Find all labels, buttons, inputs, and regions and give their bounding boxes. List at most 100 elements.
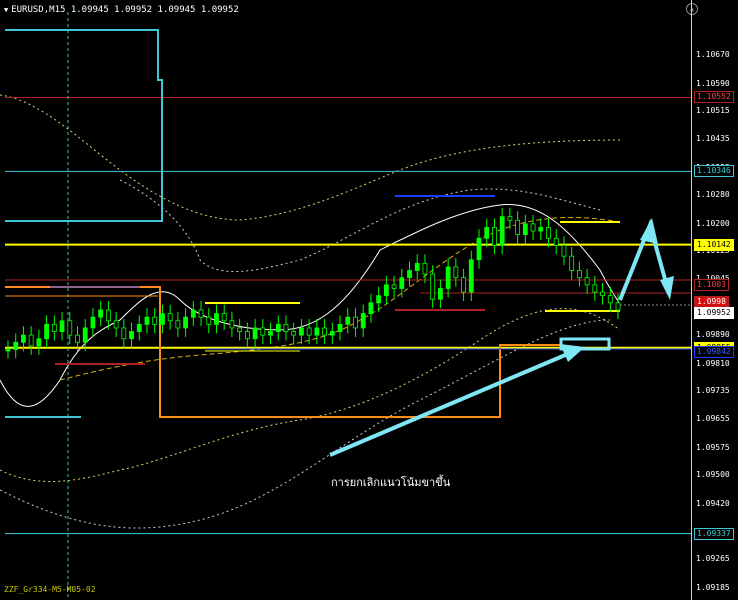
candle-body xyxy=(299,327,304,336)
dropdown-triangle-icon[interactable]: ▼ xyxy=(4,6,8,14)
candle-body xyxy=(322,327,327,336)
candle-body xyxy=(306,327,312,336)
candle-body xyxy=(561,244,567,257)
candle-body xyxy=(82,327,88,343)
candle-body xyxy=(105,309,111,322)
candle-body xyxy=(275,323,281,332)
candle-body xyxy=(36,338,42,347)
y-tick-label: 1.09500 xyxy=(696,470,730,480)
candle-body xyxy=(183,316,188,329)
candle-body xyxy=(206,316,212,325)
price-tag: 1.09337 xyxy=(694,527,734,540)
candle-body xyxy=(75,334,80,343)
candle-body xyxy=(252,327,258,340)
candle-body xyxy=(237,327,243,332)
candle-body xyxy=(476,237,482,261)
candle-body xyxy=(492,227,497,246)
candle-body xyxy=(268,331,273,336)
candle-body xyxy=(67,320,73,336)
annotation-arrow xyxy=(329,351,571,457)
forecast-arrow-head-up xyxy=(640,218,658,244)
candle-body xyxy=(98,309,104,318)
candle-body xyxy=(260,327,266,336)
candle-body xyxy=(453,266,459,279)
y-tick-label: 1.09265 xyxy=(696,554,730,564)
candle-body xyxy=(383,284,389,297)
candle-body xyxy=(167,313,173,322)
candle-body xyxy=(353,316,358,329)
price-tag: 1.09952 xyxy=(694,306,734,319)
candle-body xyxy=(468,259,474,293)
cyan-step-line xyxy=(5,29,163,222)
candle-body xyxy=(144,316,150,325)
candle-body xyxy=(221,313,227,322)
chart-window[interactable]: ▼ EURUSD,M15 1.09945 1.09952 1.09945 1.09… xyxy=(0,0,738,600)
y-tick-label: 1.09655 xyxy=(696,414,730,424)
y-tick-label: 1.09420 xyxy=(696,498,730,508)
candle-body xyxy=(368,302,374,314)
candle-body xyxy=(13,341,19,350)
y-tick-label: 1.10590 xyxy=(696,78,730,88)
candle-body xyxy=(214,313,219,325)
candle-body xyxy=(499,216,505,246)
candle-body xyxy=(391,284,397,289)
candle-body xyxy=(376,295,382,304)
candle-body xyxy=(175,320,181,329)
candle-body xyxy=(198,309,204,318)
candle-body xyxy=(430,273,436,300)
candle-body xyxy=(28,334,34,347)
candle-body xyxy=(546,227,551,239)
candle-body xyxy=(515,219,521,236)
candle-body xyxy=(461,277,466,293)
candle-body xyxy=(522,223,528,236)
candle-body xyxy=(592,284,598,293)
price-chart[interactable] xyxy=(0,0,738,600)
candle-body xyxy=(553,237,559,246)
y-tick-label: 1.10435 xyxy=(696,134,730,144)
chart-annotation-text: การยกเลิกแนวโน้มขาขึ้น xyxy=(331,476,451,489)
candle-body xyxy=(244,331,250,340)
upper-band-dashed xyxy=(0,94,621,221)
candle-body xyxy=(229,320,235,329)
candle-body xyxy=(136,323,142,332)
candlestick-series xyxy=(5,207,621,359)
candle-body xyxy=(438,288,443,300)
y-tick-label: 1.09185 xyxy=(696,583,730,593)
y-tick-label: 1.09810 xyxy=(696,358,730,368)
outer-lower-band xyxy=(0,319,611,529)
y-tick-label: 1.09735 xyxy=(696,385,730,395)
symbol-info: EURUSD,M15 1.09945 1.09952 1.09945 1.099… xyxy=(11,5,239,15)
candle-body xyxy=(399,277,405,289)
price-tag: 1.10552 xyxy=(694,91,734,104)
y-tick-label: 1.10670 xyxy=(696,50,730,60)
candle-body xyxy=(607,295,613,304)
price-tag: 1.10142 xyxy=(694,238,734,251)
candle-body xyxy=(329,331,335,336)
candle-body xyxy=(51,323,57,332)
candle-body xyxy=(152,316,158,325)
candle-body xyxy=(484,227,490,239)
y-tick-label: 1.09575 xyxy=(696,443,730,453)
candle-body xyxy=(360,313,366,329)
outer-upper-band xyxy=(119,179,601,272)
candle-body xyxy=(530,223,536,232)
candle-body xyxy=(600,291,605,297)
candle-body xyxy=(569,255,575,271)
orange-box xyxy=(5,286,560,418)
candle-body xyxy=(314,327,320,336)
y-tick-label: 1.10515 xyxy=(696,105,730,115)
price-tag: 1.10346 xyxy=(694,165,734,178)
candle-body xyxy=(538,227,544,232)
price-axis[interactable]: 1.106701.105901.105151.104351.103551.102… xyxy=(691,0,738,600)
candle-body xyxy=(576,270,582,279)
annotation-arrow-head xyxy=(560,344,585,362)
indicator-label: ZZF_Gr334-M5-M05-02 xyxy=(4,585,96,594)
candle-body xyxy=(414,262,420,271)
candle-body xyxy=(283,323,289,332)
candle-body xyxy=(90,316,96,329)
y-tick-label: 1.10280 xyxy=(696,190,730,200)
candle-body xyxy=(5,349,11,352)
candle-body xyxy=(615,302,621,311)
candle-body xyxy=(407,270,412,279)
candle-body xyxy=(584,277,590,286)
